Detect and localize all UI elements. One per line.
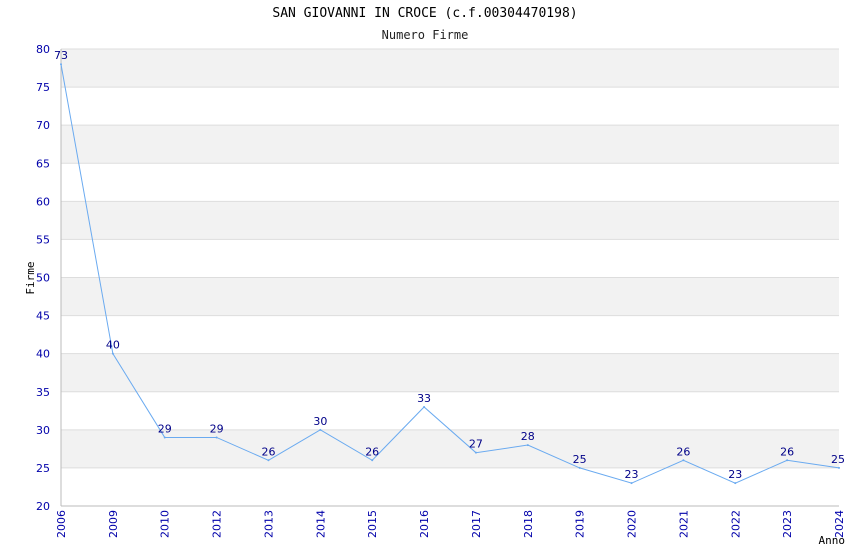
data-point bbox=[163, 436, 166, 439]
data-label: 28 bbox=[521, 430, 535, 443]
y-tick-label: 20 bbox=[36, 500, 50, 513]
data-label: 23 bbox=[728, 468, 742, 481]
data-point bbox=[474, 451, 477, 454]
y-tick-label: 45 bbox=[36, 310, 50, 323]
data-label: 27 bbox=[469, 438, 483, 451]
y-tick-label: 70 bbox=[36, 119, 50, 132]
y-tick-label: 50 bbox=[36, 272, 50, 285]
x-tick-label: 2016 bbox=[418, 510, 431, 538]
x-axis-label: Anno bbox=[819, 534, 846, 547]
data-point bbox=[215, 436, 218, 439]
data-label: 26 bbox=[261, 445, 275, 458]
x-tick-label: 2018 bbox=[522, 510, 535, 538]
data-label: 73 bbox=[54, 49, 68, 62]
data-point bbox=[734, 482, 737, 485]
y-axis-label: Firme bbox=[24, 261, 37, 294]
data-label: 26 bbox=[780, 445, 794, 458]
data-point bbox=[786, 459, 789, 462]
data-point bbox=[423, 405, 426, 408]
data-point bbox=[838, 466, 840, 469]
data-label: 29 bbox=[210, 422, 224, 435]
data-label: 30 bbox=[313, 415, 327, 428]
x-tick-label: 2017 bbox=[470, 510, 483, 538]
x-tick-label: 2023 bbox=[781, 510, 794, 538]
x-tick-label: 2009 bbox=[107, 510, 120, 538]
y-tick-label: 30 bbox=[36, 424, 50, 437]
grid-band bbox=[61, 429, 839, 468]
y-tick-label: 80 bbox=[36, 43, 50, 56]
grid-band bbox=[61, 353, 839, 392]
x-tick-label: 2019 bbox=[574, 510, 587, 538]
x-tick-label: 2015 bbox=[366, 510, 379, 538]
x-tick-label: 2006 bbox=[55, 510, 68, 538]
y-tick-label: 25 bbox=[36, 462, 50, 475]
data-label: 26 bbox=[365, 445, 379, 458]
data-label: 25 bbox=[573, 453, 587, 466]
x-tick-label: 2010 bbox=[159, 510, 172, 538]
grid-band bbox=[61, 125, 839, 164]
chart-root: SAN GIOVANNI IN CROCE (c.f.00304470198) … bbox=[0, 0, 850, 550]
grid-band bbox=[61, 49, 839, 88]
y-tick-label: 75 bbox=[36, 81, 50, 94]
data-point bbox=[60, 63, 62, 66]
x-tick-label: 2022 bbox=[729, 510, 742, 538]
data-label: 29 bbox=[158, 422, 172, 435]
y-tick-label: 65 bbox=[36, 157, 50, 170]
y-tick-label: 35 bbox=[36, 386, 50, 399]
grid-band bbox=[61, 277, 839, 316]
data-point bbox=[578, 466, 581, 469]
data-point bbox=[111, 352, 114, 355]
data-point bbox=[630, 482, 633, 485]
y-tick-label: 60 bbox=[36, 195, 50, 208]
data-label: 23 bbox=[625, 468, 639, 481]
x-tick-label: 2014 bbox=[314, 510, 327, 538]
data-point bbox=[267, 459, 270, 462]
data-label: 26 bbox=[676, 445, 690, 458]
grid-band bbox=[61, 201, 839, 240]
x-tick-label: 2013 bbox=[262, 510, 275, 538]
data-label: 25 bbox=[831, 453, 845, 466]
y-tick-label: 40 bbox=[36, 348, 50, 361]
data-point bbox=[319, 428, 322, 431]
x-tick-label: 2020 bbox=[626, 510, 639, 538]
data-label: 33 bbox=[417, 392, 431, 405]
y-tick-label: 55 bbox=[36, 233, 50, 246]
x-tick-label: 2012 bbox=[211, 510, 224, 538]
line-chart: 20 25 30 35 40 45 50 55 60 65 70 75 80 2006 2009 2010 20… bbox=[24, 43, 846, 547]
x-tick-label: 2021 bbox=[677, 510, 690, 538]
data-point bbox=[526, 444, 529, 447]
data-point bbox=[371, 459, 374, 462]
data-point bbox=[682, 459, 685, 462]
data-label: 40 bbox=[106, 339, 120, 352]
